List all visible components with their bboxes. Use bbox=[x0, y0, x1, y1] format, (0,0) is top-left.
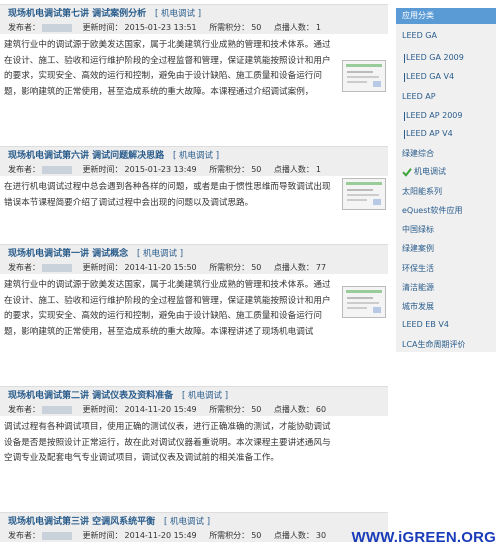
article-thumbnail[interactable] bbox=[342, 178, 386, 210]
views-label: 点播人数： bbox=[273, 531, 314, 540]
article-card: 现场机电调试第六讲 调试问题解决思路 [ 机电调试 ] 发布者： 更新时间： 20… bbox=[0, 146, 388, 211]
credits-value: 50 bbox=[251, 405, 262, 414]
credits-label: 所需积分： bbox=[209, 263, 250, 272]
credits-value: 50 bbox=[251, 165, 262, 174]
article-card: 现场机电调试第二讲 调试仪表及资料准备 [ 机电调试 ] 发布者： 更新时间： 2… bbox=[0, 386, 388, 467]
article-meta: 发布者： 更新时间： 2015-01-23 13:51 所需积分： 50 点播人数：… bbox=[8, 22, 380, 34]
sidebar-item-label: 机电调试 bbox=[414, 167, 446, 176]
sidebar-item-leed-eb-v4[interactable]: LEED EB V4 bbox=[402, 320, 449, 329]
updated-value: 2014-11-20 15:50 bbox=[124, 263, 197, 272]
article-card: 现场机电调试第七讲 调试案例分析 [ 机电调试 ] 发布者： 更新时间： 2015… bbox=[0, 4, 388, 100]
sidebar-item-leed-ga-v4[interactable]: LEED GA V4 bbox=[403, 72, 454, 82]
updated-label: 更新时间： bbox=[82, 165, 123, 174]
views-label: 点播人数： bbox=[273, 165, 314, 174]
updated-value: 2014-11-20 15:49 bbox=[124, 405, 197, 414]
sidebar-item-clean-energy[interactable]: 清洁能源 bbox=[402, 282, 434, 293]
views-value: 77 bbox=[315, 263, 327, 272]
updated-label: 更新时间： bbox=[82, 531, 123, 540]
credits-label: 所需积分： bbox=[209, 165, 250, 174]
views-value: 1 bbox=[315, 23, 322, 32]
sidebar-title: 应用分类 bbox=[396, 8, 496, 24]
sidebar-item-leed-ga[interactable]: LEED GA bbox=[402, 31, 437, 40]
author-name-redacted bbox=[42, 531, 72, 540]
sidebar-item-leed-ap-v4[interactable]: LEED AP V4 bbox=[404, 129, 453, 139]
sidebar-item-eco-living[interactable]: 环保生活 bbox=[402, 263, 434, 274]
views-label: 点播人数： bbox=[273, 405, 314, 414]
article-summary-text: 建筑行业中的调试源于欧美发达国家，属于北美建筑行业成熟的管理和技术体系。通过在设… bbox=[4, 40, 331, 97]
article-meta: 发布者： 更新时间： 2014-11-20 15:49 所需积分： 50 点播人数：… bbox=[8, 530, 380, 542]
article-header: 现场机电调试第七讲 调试案例分析 [ 机电调试 ] 发布者： 更新时间： 2015… bbox=[0, 4, 388, 34]
updated-label: 更新时间： bbox=[82, 263, 123, 272]
article-summary-text: 建筑行业中的调试源于欧美发达国家，属于北美建筑行业成熟的管理和技术体系。通过在设… bbox=[4, 280, 331, 337]
sidebar-item-leed-ap-2009[interactable]: LEED AP 2009 bbox=[403, 111, 462, 121]
author-label: 发布者： bbox=[8, 263, 40, 272]
article-summary: 建筑行业中的调试源于欧美发达国家，属于北美建筑行业成熟的管理和技术体系。通过在设… bbox=[0, 34, 388, 100]
article-category-link[interactable]: [ 机电调试 ] bbox=[155, 9, 201, 19]
author-name-redacted bbox=[42, 165, 72, 174]
author-name-redacted bbox=[42, 405, 72, 414]
article-thumbnail[interactable] bbox=[342, 60, 386, 92]
credits-label: 所需积分： bbox=[209, 23, 250, 32]
author-label: 发布者： bbox=[8, 165, 40, 174]
article-meta: 发布者： 更新时间： 2014-11-20 15:50 所需积分： 50 点播人数：… bbox=[8, 262, 380, 274]
views-value: 1 bbox=[315, 165, 322, 174]
article-thumbnail[interactable] bbox=[342, 286, 386, 318]
author-label: 发布者： bbox=[8, 405, 40, 414]
article-card: 现场机电调试第一讲 调试概念 [ 机电调试 ] 发布者： 更新时间： 2014-1… bbox=[0, 244, 388, 340]
updated-value: 2015-01-23 13:49 bbox=[124, 165, 197, 174]
article-category-link[interactable]: [ 机电调试 ] bbox=[137, 249, 183, 259]
article-summary-text: 调试过程有各种调试项目，使用正确的测试仪表，进行正确准确的测试，才能协助调试设备… bbox=[4, 422, 331, 464]
article-header: 现场机电调试第三讲 空调风系统平衡 [ 机电调试 ] 发布者： 更新时间： 201… bbox=[0, 512, 388, 542]
sidebar-item-lca[interactable]: LCA生命周期评价 bbox=[402, 339, 466, 350]
site-watermark: WWW.iGREEN.ORG bbox=[351, 529, 496, 546]
credits-label: 所需积分： bbox=[209, 405, 250, 414]
credits-value: 50 bbox=[251, 23, 262, 32]
author-name-redacted bbox=[42, 23, 72, 32]
sidebar-item-solar[interactable]: 太阳能系列 bbox=[402, 186, 442, 197]
views-value: 30 bbox=[315, 531, 327, 540]
article-title-link[interactable]: 现场机电调试第二讲 调试仪表及资料准备 bbox=[8, 391, 173, 401]
views-value: 60 bbox=[315, 405, 327, 414]
article-title-link[interactable]: 现场机电调试第六讲 调试问题解决思路 bbox=[8, 151, 164, 161]
article-header: 现场机电调试第二讲 调试仪表及资料准备 [ 机电调试 ] 发布者： 更新时间： 2… bbox=[0, 386, 388, 416]
updated-value: 2014-11-20 15:49 bbox=[124, 531, 197, 540]
sidebar-item-commissioning[interactable]: 机电调试 bbox=[402, 166, 446, 177]
sidebar-item-leed-ap[interactable]: LEED AP bbox=[402, 92, 436, 101]
updated-label: 更新时间： bbox=[82, 23, 123, 32]
sidebar-item-leed-ga-2009[interactable]: LEED GA 2009 bbox=[404, 53, 464, 63]
author-label: 发布者： bbox=[8, 23, 40, 32]
article-category-link[interactable]: [ 机电调试 ] bbox=[164, 517, 210, 527]
credits-value: 50 bbox=[251, 263, 262, 272]
article-card: 现场机电调试第三讲 空调风系统平衡 [ 机电调试 ] 发布者： 更新时间： 201… bbox=[0, 512, 388, 542]
article-title-link[interactable]: 现场机电调试第三讲 空调风系统平衡 bbox=[8, 517, 155, 527]
article-summary: 在进行机电调试过程中总会遇到各种各样的问题，或者是由于惯性思维而导致调试出现错误… bbox=[0, 176, 388, 211]
article-summary: 调试过程有各种调试项目，使用正确的测试仪表，进行正确准确的测试，才能协助调试设备… bbox=[0, 416, 388, 467]
category-sidebar: 应用分类 LEED GA LEED GA 2009 LEED GA V4 LEE… bbox=[396, 8, 496, 352]
article-summary: 建筑行业中的调试源于欧美发达国家，属于北美建筑行业成熟的管理和技术体系。通过在设… bbox=[0, 274, 388, 340]
credits-label: 所需积分： bbox=[209, 531, 250, 540]
article-meta: 发布者： 更新时间： 2014-11-20 15:49 所需积分： 50 点播人数：… bbox=[8, 404, 380, 416]
article-category-link[interactable]: [ 机电调试 ] bbox=[173, 151, 219, 161]
sidebar-item-china-green-label[interactable]: 中国绿标 bbox=[402, 224, 434, 235]
check-icon bbox=[402, 167, 412, 177]
updated-value: 2015-01-23 13:51 bbox=[124, 23, 197, 32]
article-title-link[interactable]: 现场机电调试第一讲 调试概念 bbox=[8, 249, 128, 259]
views-label: 点播人数： bbox=[273, 23, 314, 32]
article-summary-text: 在进行机电调试过程中总会遇到各种各样的问题，或者是由于惯性思维而导致调试出现错误… bbox=[4, 182, 331, 208]
article-meta: 发布者： 更新时间： 2015-01-23 13:49 所需积分： 50 点播人数：… bbox=[8, 164, 380, 176]
article-header: 现场机电调试第一讲 调试概念 [ 机电调试 ] 发布者： 更新时间： 2014-1… bbox=[0, 244, 388, 274]
article-title-link[interactable]: 现场机电调试第七讲 调试案例分析 bbox=[8, 9, 146, 19]
article-header: 现场机电调试第六讲 调试问题解决思路 [ 机电调试 ] 发布者： 更新时间： 20… bbox=[0, 146, 388, 176]
article-category-link[interactable]: [ 机电调试 ] bbox=[182, 391, 228, 401]
sidebar-item-urban-development[interactable]: 城市发展 bbox=[402, 301, 434, 312]
sidebar-item-green-building[interactable]: 绿建综合 bbox=[402, 148, 434, 159]
updated-label: 更新时间： bbox=[82, 405, 123, 414]
sidebar-item-equest[interactable]: eQuest软件应用 bbox=[402, 205, 463, 216]
credits-value: 50 bbox=[251, 531, 262, 540]
views-label: 点播人数： bbox=[273, 263, 314, 272]
sidebar-item-green-cases[interactable]: 绿建案例 bbox=[402, 243, 434, 254]
author-name-redacted bbox=[42, 263, 72, 272]
author-label: 发布者： bbox=[8, 531, 40, 540]
